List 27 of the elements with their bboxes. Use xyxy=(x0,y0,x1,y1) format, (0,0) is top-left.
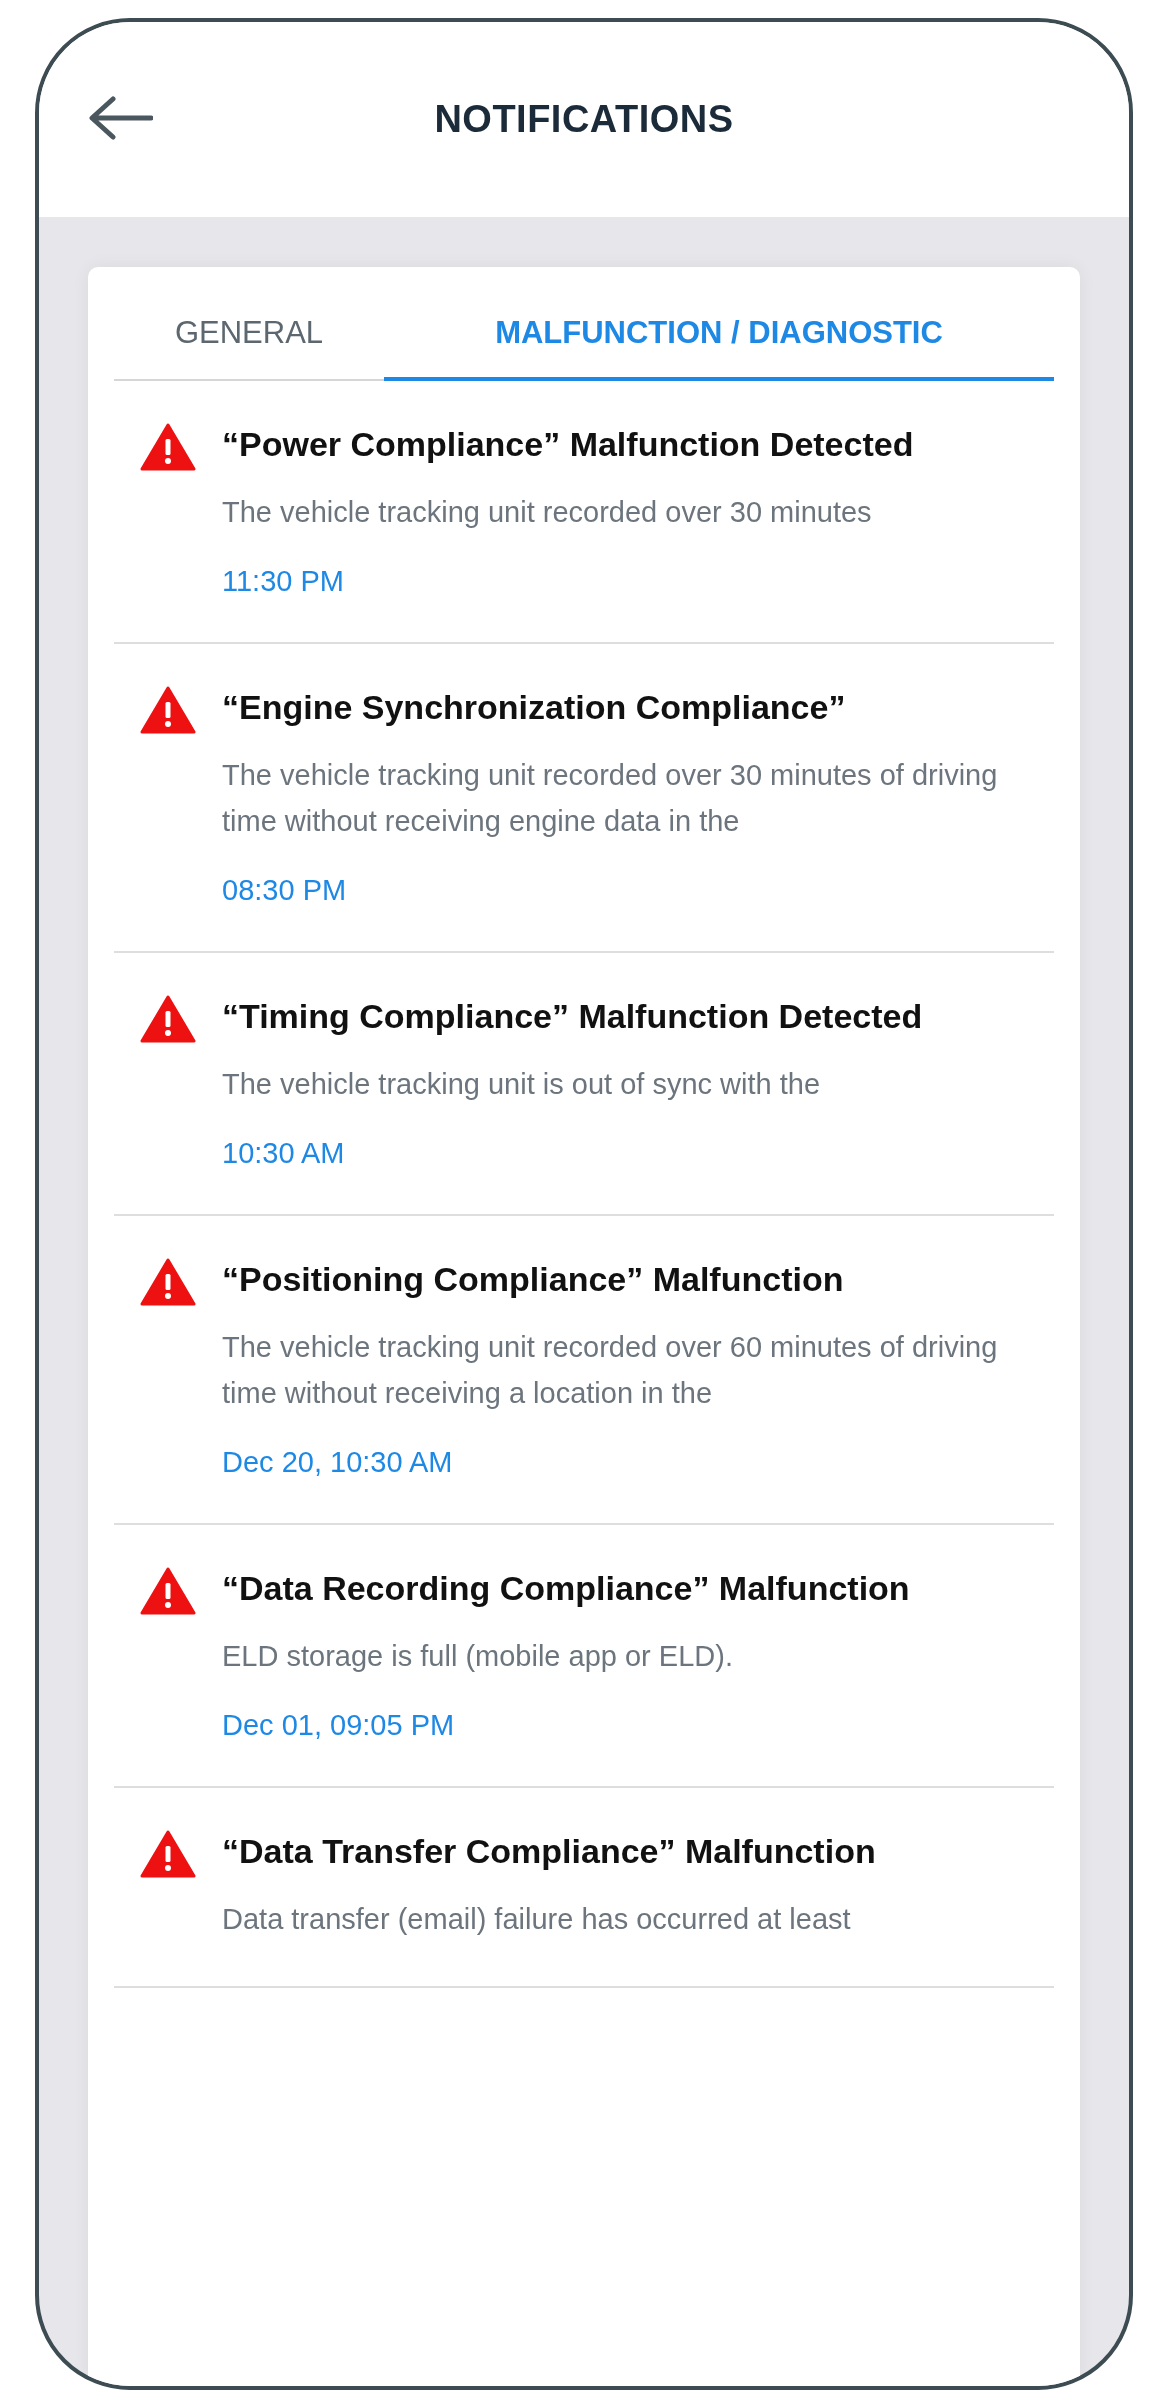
notification-description: Data transfer (email) failure has occurred at least xyxy=(222,1902,852,1937)
notification-description: The vehicle tracking unit recorded over 60 minutes of driving time without receiving a location in the xyxy=(222,1330,999,1411)
notification-description: ELD storage is full (mobile app or ELD). xyxy=(222,1639,734,1674)
notification-time: 10:30 AM xyxy=(222,1137,346,1170)
warning-icon xyxy=(140,686,196,734)
notification-title: “Engine Synchronization Compliance” xyxy=(222,687,847,728)
warning-icon xyxy=(140,423,196,471)
notification-title: “Data Transfer Compliance” Malfunction xyxy=(222,1831,876,1872)
tab[interactable]: GENERAL xyxy=(114,297,384,381)
back-arrow-icon xyxy=(87,96,153,140)
notification-time: 11:30 PM xyxy=(222,565,345,598)
notification-time: 08:30 PM xyxy=(222,874,348,907)
notification-description: The vehicle tracking unit is out of sync with the xyxy=(222,1067,821,1102)
notification-time: Dec 20, 10:30 AM xyxy=(222,1446,454,1479)
warning-icon xyxy=(140,1258,196,1306)
notification-title: “Power Compliance” Malfunction Detected xyxy=(222,424,914,465)
notification-description: The vehicle tracking unit recorded over 30 minutes xyxy=(222,495,873,530)
notification-time: Dec 01, 09:05 PM xyxy=(222,1709,456,1742)
tab[interactable]: MALFUNCTION / DIAGNOSTIC xyxy=(384,297,1054,381)
page-title: NOTIFICATIONS xyxy=(434,98,734,141)
notification-description: The vehicle tracking unit recorded over 30 minutes of driving time without receiving engine data in the xyxy=(222,758,999,839)
warning-icon xyxy=(140,1830,196,1878)
notification-title: “Timing Compliance” Malfunction Detected xyxy=(222,996,923,1037)
notification-title: “Data Recording Compliance” Malfunction xyxy=(222,1568,910,1609)
warning-icon xyxy=(140,995,196,1043)
notification-title: “Positioning Compliance” Malfunction xyxy=(222,1259,845,1300)
warning-icon xyxy=(140,1567,196,1615)
